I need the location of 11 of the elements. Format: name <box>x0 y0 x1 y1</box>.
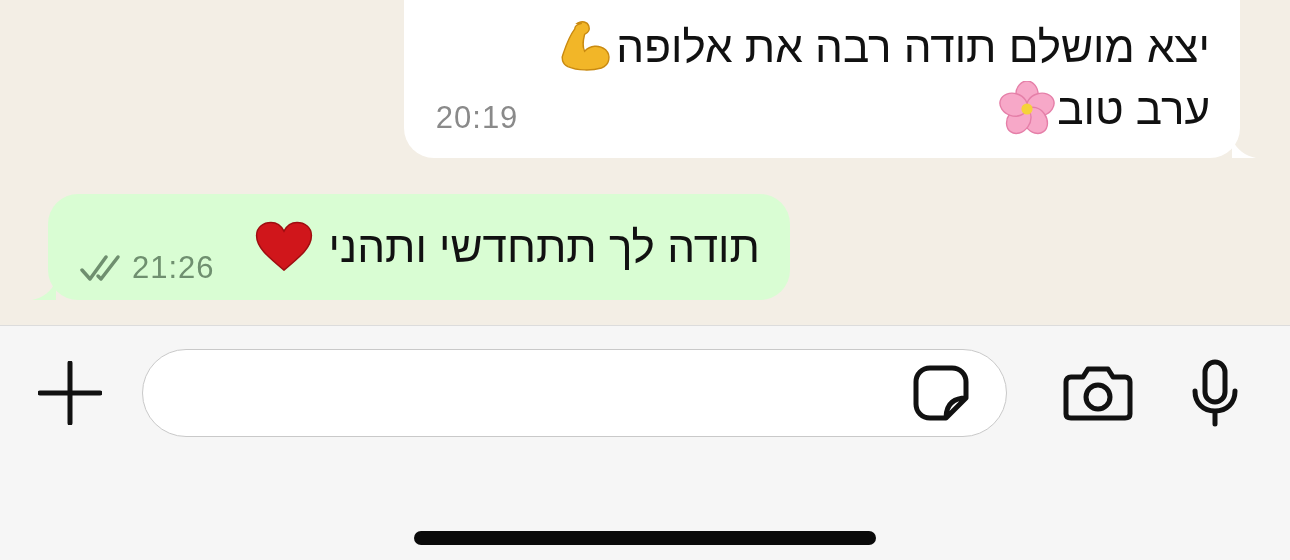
message-time: 20:19 <box>435 100 519 136</box>
microphone-button[interactable] <box>1191 359 1239 427</box>
message-text: ערב טוב <box>1057 83 1210 135</box>
plus-button[interactable] <box>38 361 102 425</box>
blossom-icon <box>999 81 1056 137</box>
camera-button[interactable] <box>1063 365 1133 421</box>
message-text: יצא מושלם תודה רבה את אלופה <box>616 21 1210 73</box>
sticker-button[interactable] <box>912 364 970 422</box>
message-text: תודה לך תתחדשי ותהני <box>328 221 760 273</box>
message-time: 21:26 <box>132 250 215 286</box>
heart-icon <box>254 221 313 273</box>
